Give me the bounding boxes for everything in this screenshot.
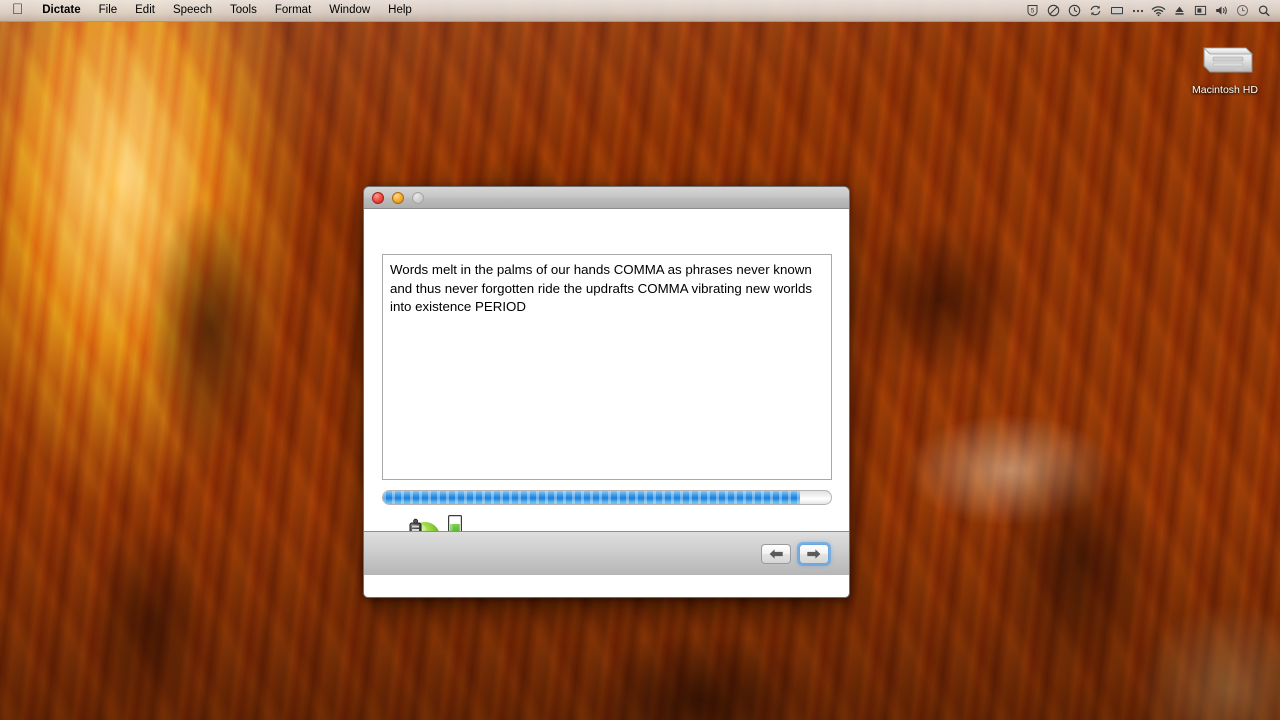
clock-icon[interactable]: [1064, 0, 1085, 22]
desktop-icon-label: Macintosh HD: [1192, 84, 1258, 96]
menu-item-window[interactable]: Window: [320, 0, 379, 21]
input-source-icon[interactable]: [1190, 0, 1211, 22]
circle-slash-icon[interactable]: [1043, 0, 1064, 22]
shield-badge-icon[interactable]: 5: [1022, 0, 1043, 22]
desktop:  Dictate File Edit Speech Tools Format …: [0, 0, 1280, 720]
close-button[interactable]: [372, 191, 384, 204]
minimize-button[interactable]: [392, 191, 404, 204]
menu-item-file[interactable]: File: [90, 0, 127, 21]
display-monitor-icon[interactable]: [1106, 0, 1127, 22]
forward-button[interactable]: [799, 543, 829, 564]
wifi-icon[interactable]: [1148, 0, 1169, 22]
zoom-button: [412, 191, 424, 204]
svg-text:5: 5: [1031, 8, 1035, 15]
arrow-right-icon: [807, 548, 821, 559]
eject-icon[interactable]: [1169, 0, 1190, 22]
menu-bar:  Dictate File Edit Speech Tools Format …: [0, 0, 1280, 22]
apple-glyph: : [12, 2, 23, 17]
menu-item-format[interactable]: Format: [266, 0, 320, 21]
time-machine-icon[interactable]: [1232, 0, 1253, 22]
spotlight-search-icon[interactable]: [1253, 0, 1274, 22]
window-titlebar[interactable]: [364, 187, 849, 209]
hard-drive-icon: [1203, 47, 1253, 73]
dictate-window[interactable]: Words melt in the palms of our hands COM…: [363, 186, 850, 598]
recognition-progress-bar: [382, 490, 832, 505]
menu-item-tools[interactable]: Tools: [221, 0, 266, 21]
window-bottom-toolbar: [364, 531, 849, 575]
progress-track: [382, 490, 832, 505]
progress-fill: [383, 491, 800, 504]
back-button[interactable]: [761, 543, 791, 564]
window-content: Words melt in the palms of our hands COM…: [364, 209, 849, 575]
menu-item-speech[interactable]: Speech: [164, 0, 221, 21]
arrow-left-icon: [769, 548, 783, 559]
transcript-text-area[interactable]: Words melt in the palms of our hands COM…: [382, 254, 832, 480]
menu-item-edit[interactable]: Edit: [126, 0, 164, 21]
ellipsis-icon[interactable]: [1127, 0, 1148, 22]
apple-logo-icon[interactable]: : [8, 0, 33, 21]
menu-bar-status-items: 5: [1022, 0, 1280, 21]
volume-icon[interactable]: [1211, 0, 1232, 22]
menu-item-dictate[interactable]: Dictate: [33, 0, 89, 21]
menu-bar-left:  Dictate File Edit Speech Tools Format …: [0, 0, 421, 21]
menu-item-help[interactable]: Help: [379, 0, 421, 21]
sync-refresh-icon[interactable]: [1085, 0, 1106, 22]
desktop-icon-macintosh-hd[interactable]: Macintosh HD: [1192, 36, 1258, 96]
